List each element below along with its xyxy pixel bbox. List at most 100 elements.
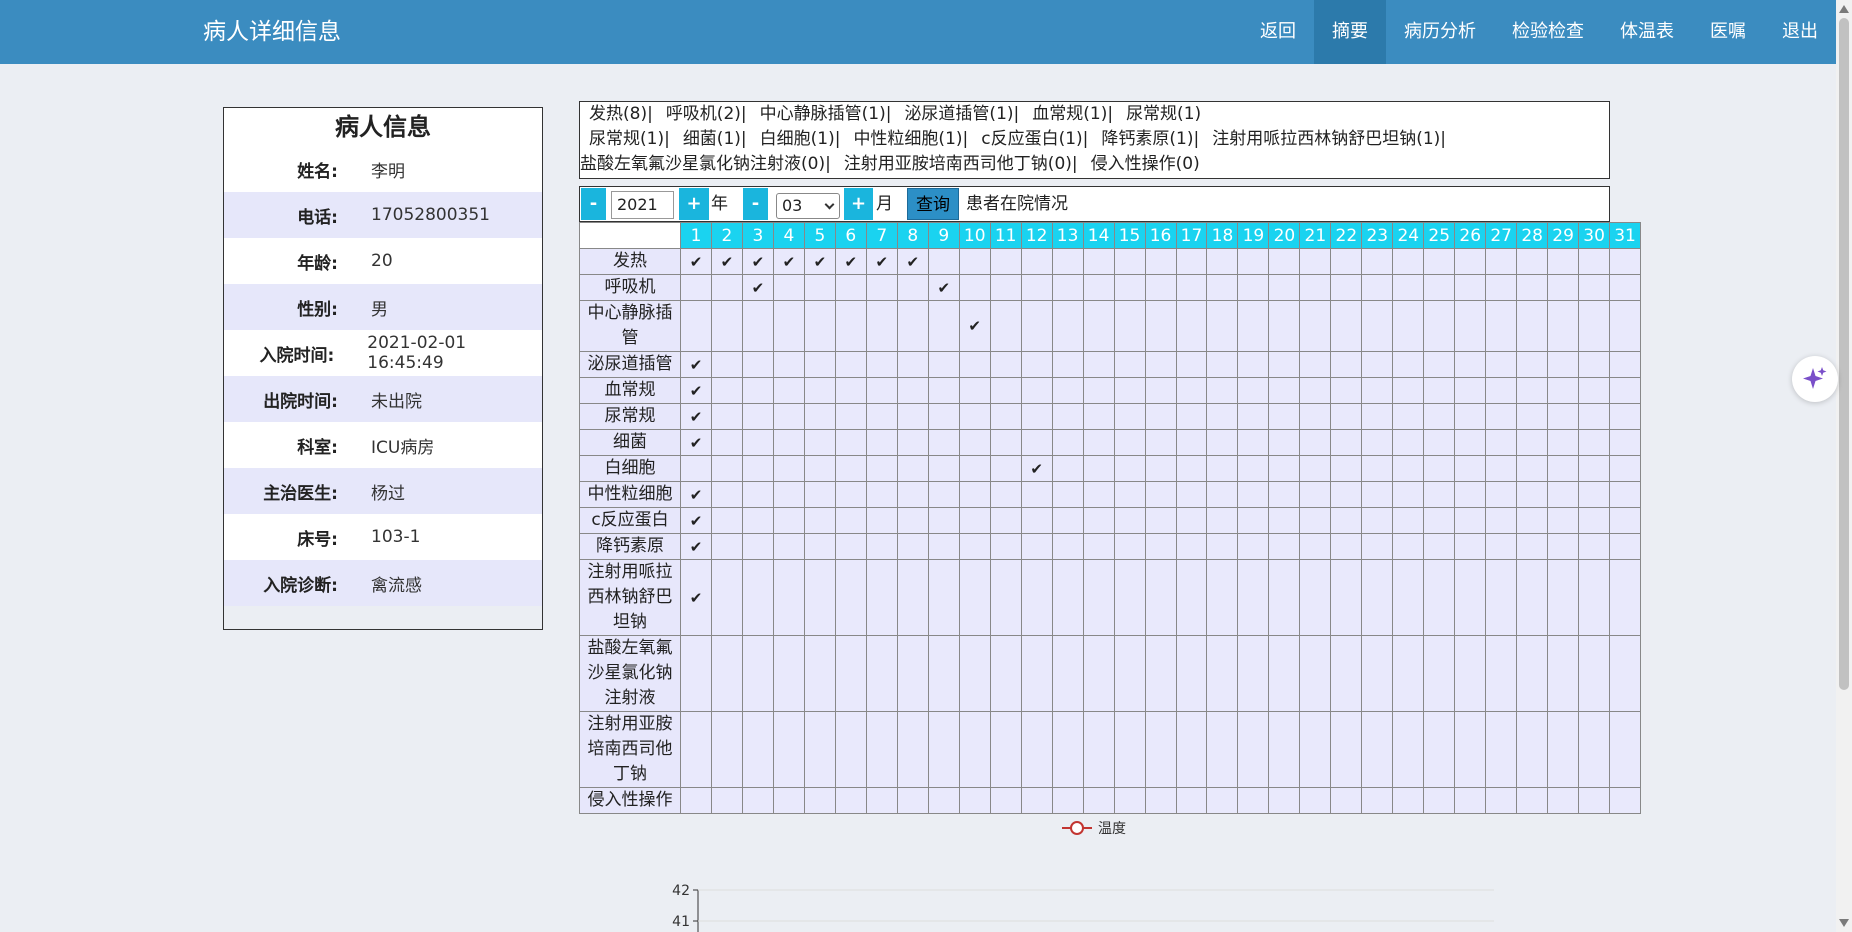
grid-cell: [772, 300, 805, 352]
query-button[interactable]: 查询: [907, 188, 959, 220]
row-label: 呼吸机: [579, 274, 681, 301]
scrollbar-thumb[interactable]: [1839, 18, 1849, 690]
grid-cell: [1330, 377, 1363, 404]
grid-cell: [1113, 300, 1146, 352]
grid-cell: [1423, 455, 1456, 482]
grid-cell: [989, 507, 1022, 534]
year-input[interactable]: 2021: [611, 191, 674, 219]
indicator-tag[interactable]: 发热(8)|: [589, 104, 653, 124]
grid-cell: [1020, 507, 1053, 534]
assistant-button[interactable]: [1792, 356, 1838, 402]
grid-cell: [1392, 300, 1425, 352]
grid-cell: [834, 635, 867, 712]
year-minus-button[interactable]: -: [581, 188, 606, 220]
indicator-tag[interactable]: 中性粒细胞(1)|: [853, 129, 968, 149]
patient-field-value: 未出院: [371, 391, 422, 412]
indicator-tag[interactable]: 侵入性操作(0): [1091, 154, 1200, 174]
grid-cell: [865, 635, 898, 712]
indicator-tag[interactable]: 中心静脉插管(1)|: [760, 104, 892, 124]
indicator-tag[interactable]: 尿常规(1)|: [589, 129, 670, 149]
grid-cell: [1516, 403, 1549, 430]
year-plus-button[interactable]: +: [679, 188, 709, 220]
grid-cell: [803, 274, 836, 301]
month-select[interactable]: 03: [776, 193, 840, 219]
grid-cell: [1268, 711, 1301, 788]
indicator-tag[interactable]: c反应蛋白(1)|: [981, 129, 1088, 149]
nav-item-1[interactable]: 摘要: [1314, 0, 1386, 64]
indicator-tag[interactable]: 降钙素原(1)|: [1101, 129, 1199, 149]
grid-cell: [1268, 559, 1301, 636]
indicator-tag[interactable]: 呼吸机(2)|: [666, 104, 747, 124]
indicator-tag[interactable]: 注射用亚胺培南西司他丁钠(0)|: [844, 154, 1078, 174]
grid-cell: [1206, 559, 1239, 636]
grid-cell: [1206, 507, 1239, 534]
table-row: 白细胞: [579, 455, 1642, 482]
grid-cell: [1237, 559, 1270, 636]
day-header: 19: [1237, 222, 1270, 249]
grid-cell: [1392, 248, 1425, 275]
grid-cell: [772, 351, 805, 378]
grid-cell: [772, 533, 805, 560]
nav-item-5[interactable]: 医嘱: [1692, 0, 1764, 64]
grid-cell: [1516, 559, 1549, 636]
vertical-scrollbar[interactable]: [1836, 0, 1852, 932]
grid-cell: [1268, 507, 1301, 534]
patient-field-row: 入院时间: 2021-02-01 16:45:49: [224, 330, 542, 376]
grid-cell: [1175, 351, 1208, 378]
check-icon-cell: [680, 351, 712, 378]
grid-cell: [989, 248, 1022, 275]
grid-cell: [1330, 711, 1363, 788]
grid-cell: [1144, 559, 1177, 636]
grid-cell: [1020, 559, 1053, 636]
grid-cell: [1547, 300, 1580, 352]
grid-cell: [1330, 300, 1363, 352]
indicator-tag[interactable]: 血常规(1)|: [1032, 104, 1113, 124]
grid-cell: [680, 711, 712, 788]
month-minus-button[interactable]: -: [743, 188, 768, 220]
nav-item-3[interactable]: 检验检查: [1494, 0, 1602, 64]
indicator-tag[interactable]: 细菌(1)|: [683, 129, 747, 149]
grid-cell: [1175, 507, 1208, 534]
grid-cell: [1144, 787, 1177, 814]
grid-cell: [1175, 787, 1208, 814]
grid-cell: [1082, 507, 1115, 534]
grid-cell: [865, 403, 898, 430]
grid-cell: [834, 300, 867, 352]
scroll-down-arrow-icon[interactable]: [1839, 919, 1849, 927]
indicator-tag[interactable]: 盐酸左氧氟沙星氯化钠注射液(0)|: [580, 154, 831, 174]
grid-cell: [834, 507, 867, 534]
check-icon-cell: [680, 377, 712, 404]
indicator-tag[interactable]: 尿常规(1): [1126, 104, 1201, 124]
indicator-tag[interactable]: 泌尿道插管(1)|: [904, 104, 1019, 124]
patient-field-value: ICU病房: [371, 437, 435, 458]
grid-cell: [1268, 377, 1301, 404]
scroll-up-arrow-icon[interactable]: [1839, 5, 1849, 13]
grid-cell: [1082, 635, 1115, 712]
grid-cell: [1206, 711, 1239, 788]
chart-legend[interactable]: 温度: [1062, 818, 1126, 838]
grid-cell: [896, 351, 929, 378]
month-plus-button[interactable]: +: [844, 188, 873, 220]
grid-cell: [803, 635, 836, 712]
grid-cell: [1020, 377, 1053, 404]
nav-item-2[interactable]: 病历分析: [1386, 0, 1494, 64]
grid-cell: [1330, 455, 1363, 482]
grid-cell: [989, 274, 1022, 301]
grid-cell: [710, 507, 743, 534]
grid-cell: [1082, 559, 1115, 636]
grid-cell: [1268, 351, 1301, 378]
nav-item-6[interactable]: 退出: [1764, 0, 1836, 64]
nav-item-0[interactable]: 返回: [1242, 0, 1314, 64]
grid-cell: [1454, 559, 1487, 636]
status-label: 患者在院情况: [966, 194, 1068, 214]
grid-cell: [1454, 300, 1487, 352]
grid-corner: [579, 222, 681, 249]
nav-item-4[interactable]: 体温表: [1602, 0, 1692, 64]
grid-cell: [1175, 711, 1208, 788]
day-header: 14: [1082, 222, 1115, 249]
indicator-tag[interactable]: 白细胞(1)|: [760, 129, 841, 149]
indicator-tag[interactable]: 注射用哌拉西林钠舒巴坦钠(1)|: [1212, 129, 1446, 149]
day-header: 15: [1113, 222, 1146, 249]
grid-cell: [1113, 455, 1146, 482]
grid-cell: [1423, 429, 1456, 456]
